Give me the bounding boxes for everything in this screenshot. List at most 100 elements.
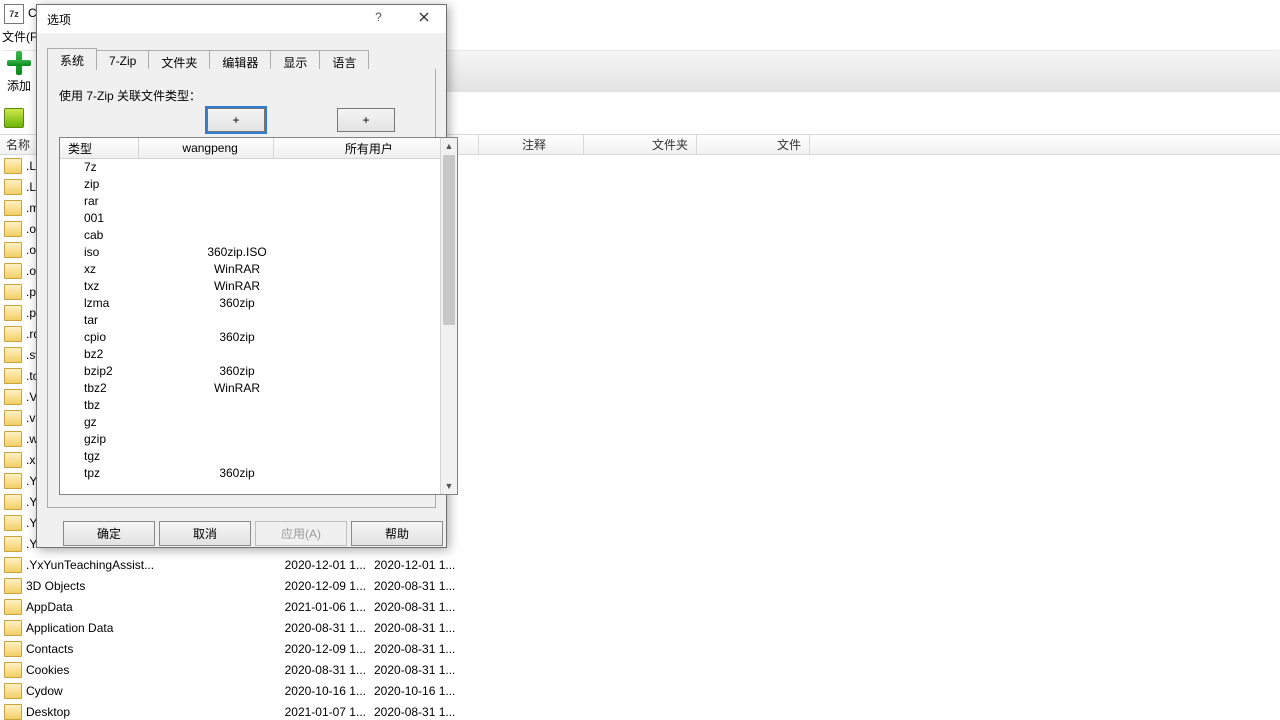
list-item[interactable]: cab — [60, 226, 441, 243]
list-item[interactable]: iso360zip.ISO — [60, 243, 441, 260]
cell-type: txz — [60, 279, 172, 293]
list-item[interactable]: tgz — [60, 447, 441, 464]
dialog-tabs: 系统7-Zip文件夹编辑器显示语言 — [47, 48, 436, 70]
list-item[interactable]: cpio360zip — [60, 328, 441, 345]
file-name: Contacts — [26, 642, 266, 656]
cell-type: tar — [60, 313, 172, 327]
col-comment[interactable]: 注释 — [479, 135, 584, 154]
file-modified: 2020-08-31 1... — [266, 621, 366, 635]
folder-icon — [4, 179, 22, 195]
col-folders[interactable]: 文件夹 — [584, 135, 697, 154]
list-item[interactable]: gz — [60, 413, 441, 430]
file-modified: 2021-01-06 1... — [266, 600, 366, 614]
cell-type: zip — [60, 177, 172, 191]
folder-icon — [4, 410, 22, 426]
tab-0[interactable]: 系统 — [47, 48, 97, 70]
folder-icon — [4, 578, 22, 594]
cell-type: bz2 — [60, 347, 172, 361]
test-icon[interactable] — [4, 108, 24, 128]
list-item[interactable]: gzip — [60, 430, 441, 447]
associations-headers: 类型 wangpeng 所有用户 — [60, 138, 457, 159]
associations-list[interactable]: 类型 wangpeng 所有用户 7z zip rar 001cabiso360zip… — [59, 137, 458, 495]
file-modified: 2020-12-09 1... — [266, 642, 366, 656]
plus-user-button[interactable]: + — [207, 108, 265, 132]
associations-scrollbar[interactable]: ▲ ▼ — [440, 138, 457, 494]
list-item[interactable]: bz2 — [60, 345, 441, 362]
list-item[interactable]: rar — [60, 192, 441, 209]
table-row[interactable]: Contacts2020-12-09 1...2020-08-31 1... — [0, 638, 1280, 659]
list-item[interactable]: bzip2360zip — [60, 362, 441, 379]
file-modified: 2020-08-31 1... — [266, 663, 366, 677]
folder-icon — [4, 242, 22, 258]
close-icon[interactable] — [401, 5, 446, 29]
add-button-label: 添加 — [7, 77, 31, 94]
folder-icon — [4, 347, 22, 363]
scroll-thumb[interactable] — [443, 155, 455, 325]
associations-body[interactable]: 7zziprar001cabiso360zip.ISOxzWinRARtxzWi… — [60, 158, 441, 494]
file-created: 2020-10-16 1... — [366, 684, 474, 698]
col-user[interactable]: wangpeng — [139, 138, 273, 158]
list-item[interactable]: 001 — [60, 209, 441, 226]
file-created: 2020-08-31 1... — [366, 705, 474, 719]
help-button[interactable]: 帮助 — [351, 521, 443, 546]
cell-user: WinRAR — [172, 381, 302, 395]
cell-type: cpio — [60, 330, 172, 344]
table-row[interactable]: Cookies2020-08-31 1...2020-08-31 1... — [0, 659, 1280, 680]
table-row[interactable]: Desktop2021-01-07 1...2020-08-31 1... — [0, 701, 1280, 720]
folder-icon — [4, 431, 22, 447]
app-icon-text: 7z — [9, 9, 19, 19]
list-item[interactable]: txzWinRAR — [60, 277, 441, 294]
col-type[interactable]: 类型 — [60, 138, 139, 158]
cell-user: 360zip.ISO — [172, 245, 302, 259]
file-created: 2020-08-31 1... — [366, 642, 474, 656]
ok-button[interactable]: 确定 — [63, 521, 155, 546]
table-row[interactable]: .YxYunTeachingAssist...2020-12-01 1...20… — [0, 554, 1280, 575]
scroll-down-icon[interactable]: ▼ — [441, 478, 457, 494]
file-name: 3D Objects — [26, 579, 266, 593]
cancel-button[interactable]: 取消 — [159, 521, 251, 546]
cell-user: WinRAR — [172, 262, 302, 276]
list-item[interactable]: tbz2WinRAR — [60, 379, 441, 396]
file-created: 2020-08-31 1... — [366, 663, 474, 677]
file-modified: 2021-01-07 1... — [266, 705, 366, 719]
cell-type: tgz — [60, 449, 172, 463]
folder-icon — [4, 620, 22, 636]
app-icon: 7z — [4, 4, 24, 24]
list-item[interactable]: tbz — [60, 396, 441, 413]
table-row[interactable]: Cydow2020-10-16 1...2020-10-16 1... — [0, 680, 1280, 701]
folder-icon — [4, 515, 22, 531]
list-item[interactable]: xzWinRAR — [60, 260, 441, 277]
cell-user: WinRAR — [172, 279, 302, 293]
cell-type: rar — [60, 194, 172, 208]
file-modified: 2020-12-01 1... — [266, 558, 366, 572]
apply-button: 应用(A) — [255, 521, 347, 546]
file-name: Desktop — [26, 705, 266, 719]
list-item[interactable]: lzma360zip — [60, 294, 441, 311]
folder-icon — [4, 284, 22, 300]
plus-allusers-button[interactable]: + — [337, 108, 395, 132]
add-button[interactable]: 添加 — [2, 51, 36, 94]
cell-user: 360zip — [172, 466, 302, 480]
col-allusers[interactable]: 所有用户 — [274, 138, 457, 158]
cell-type: 001 — [60, 211, 172, 225]
col-files[interactable]: 文件 — [697, 135, 810, 154]
file-modified: 2020-12-09 1... — [266, 579, 366, 593]
scroll-up-icon[interactable]: ▲ — [441, 138, 457, 154]
list-item[interactable]: tar — [60, 311, 441, 328]
list-item[interactable]: tpz360zip — [60, 464, 441, 481]
instruction-label: 使用 7-Zip 关联文件类型： — [59, 87, 201, 104]
file-name: Cydow — [26, 684, 266, 698]
table-row[interactable]: 3D Objects2020-12-09 1...2020-08-31 1... — [0, 575, 1280, 596]
table-row[interactable]: Application Data2020-08-31 1...2020-08-3… — [0, 617, 1280, 638]
folder-icon — [4, 368, 22, 384]
folder-icon — [4, 158, 22, 174]
cell-type: bzip2 — [60, 364, 172, 378]
help-icon[interactable]: ? — [356, 5, 401, 29]
list-item[interactable]: 7z — [60, 158, 441, 175]
cell-type: gzip — [60, 432, 172, 446]
table-row[interactable]: AppData2021-01-06 1...2020-08-31 1... — [0, 596, 1280, 617]
list-item[interactable]: zip — [60, 175, 441, 192]
file-created: 2020-08-31 1... — [366, 579, 474, 593]
folder-icon — [4, 326, 22, 342]
folder-icon — [4, 704, 22, 720]
